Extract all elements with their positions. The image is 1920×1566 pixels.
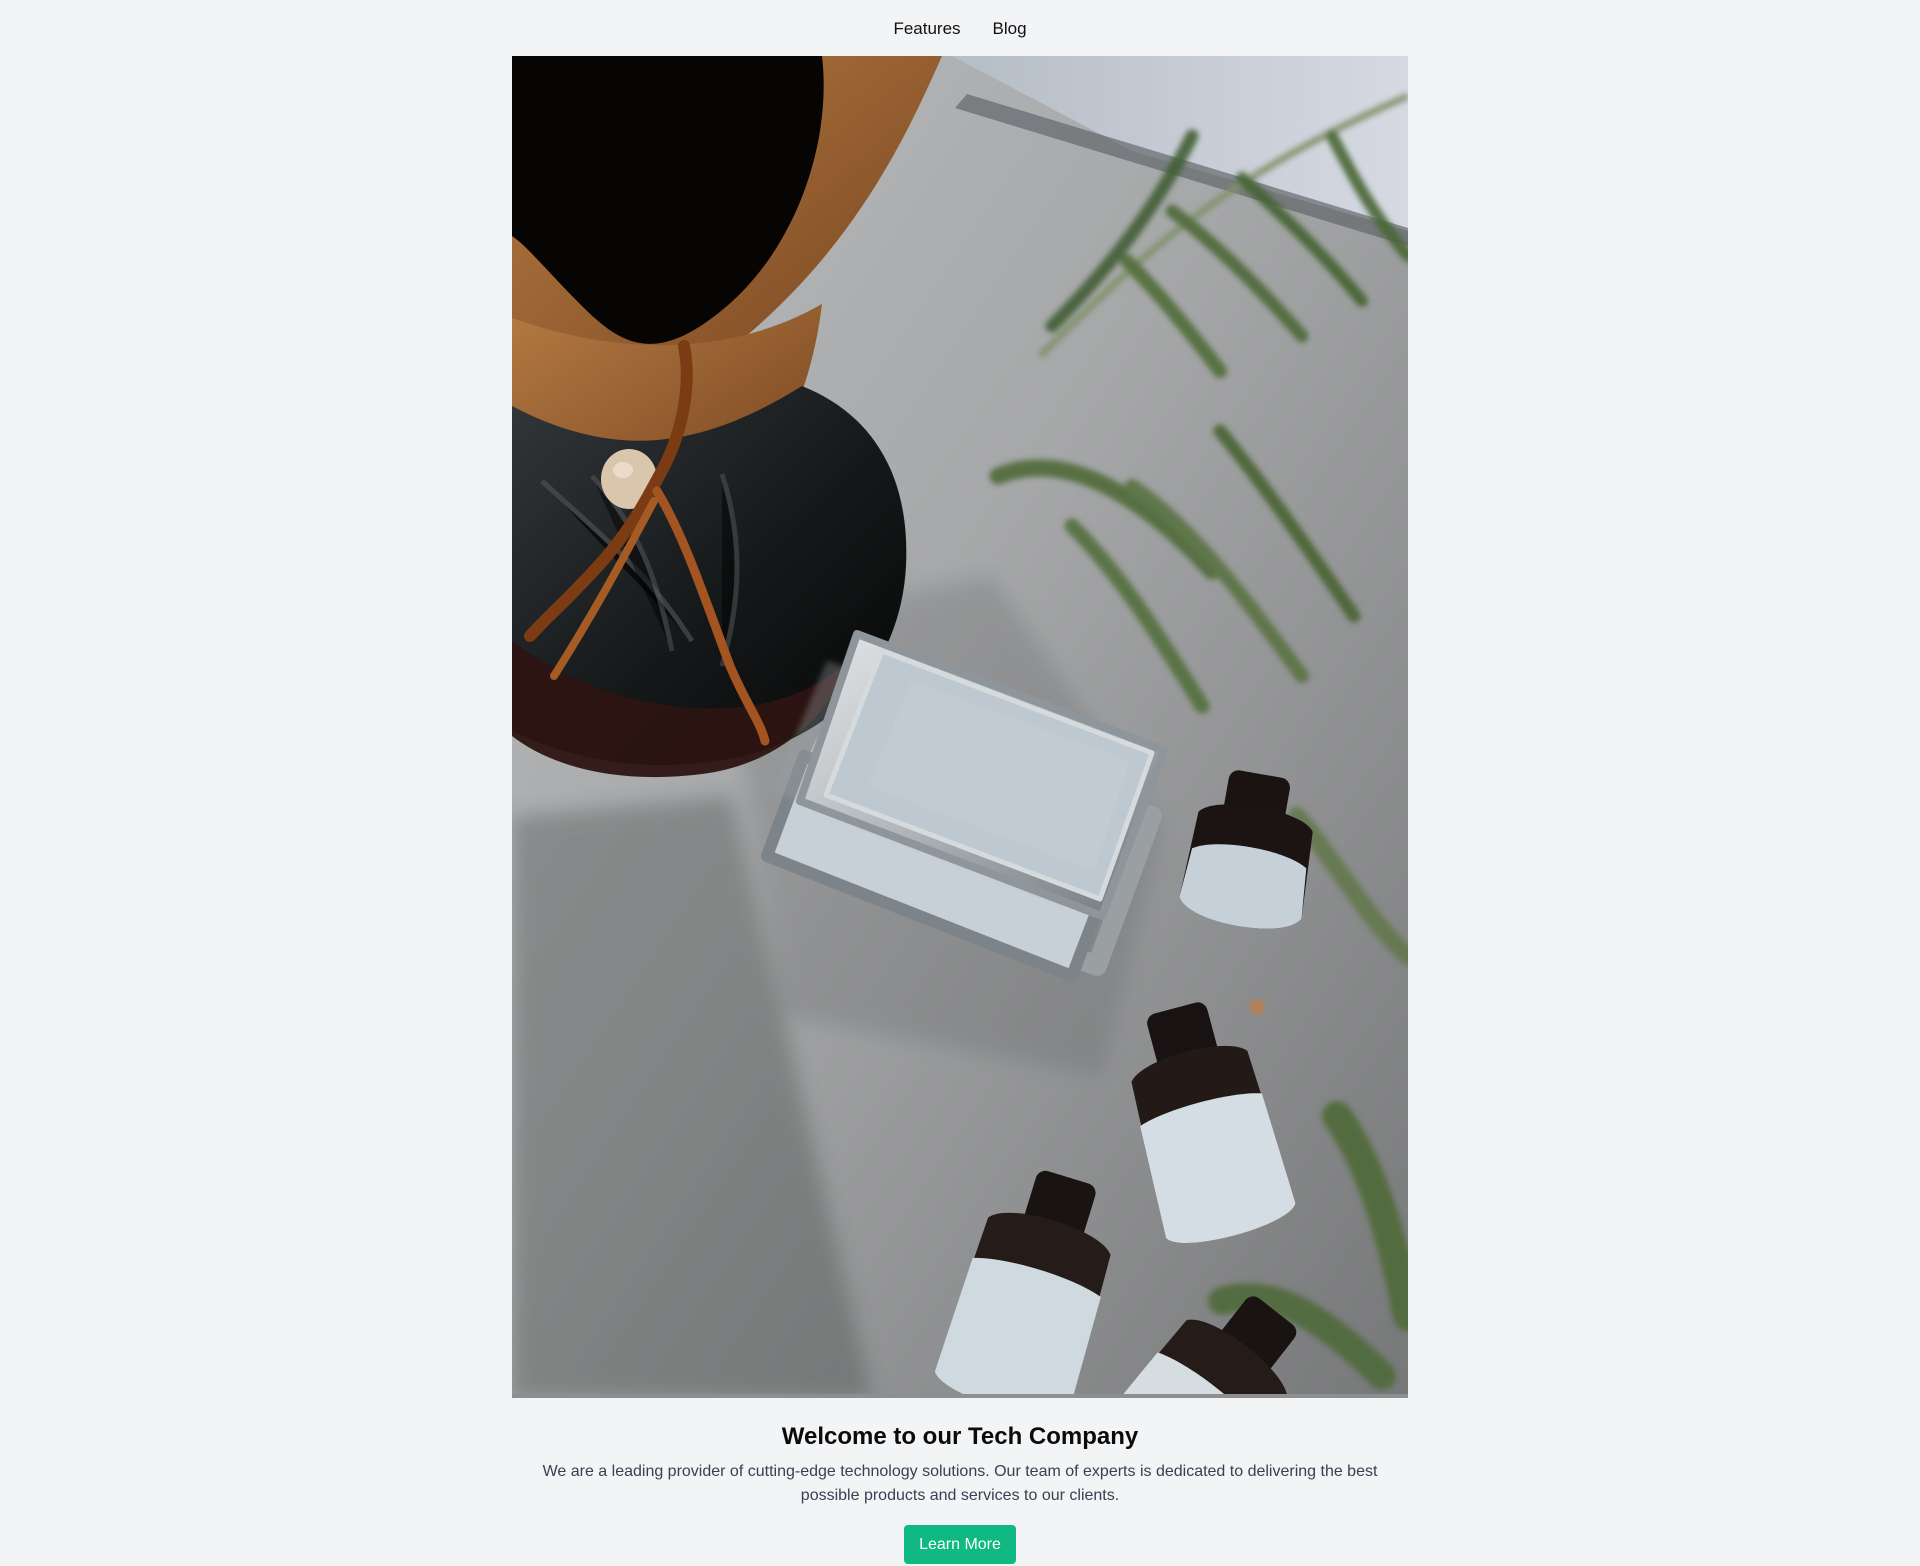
hero-image [512,56,1408,1398]
hero-description: We are a leading provider of cutting-edg… [542,1463,1378,1504]
top-navigation: Features Blog [0,0,1920,56]
learn-more-button[interactable]: Learn More [904,1525,1016,1564]
nav-link-blog[interactable]: Blog [993,20,1027,37]
nav-link-features[interactable]: Features [893,20,960,37]
hero-content: Welcome to our Tech Company We are a lea… [512,1420,1408,1564]
hero-title: Welcome to our Tech Company [781,1423,1139,1450]
still-life-photo-icon [512,56,1408,1398]
